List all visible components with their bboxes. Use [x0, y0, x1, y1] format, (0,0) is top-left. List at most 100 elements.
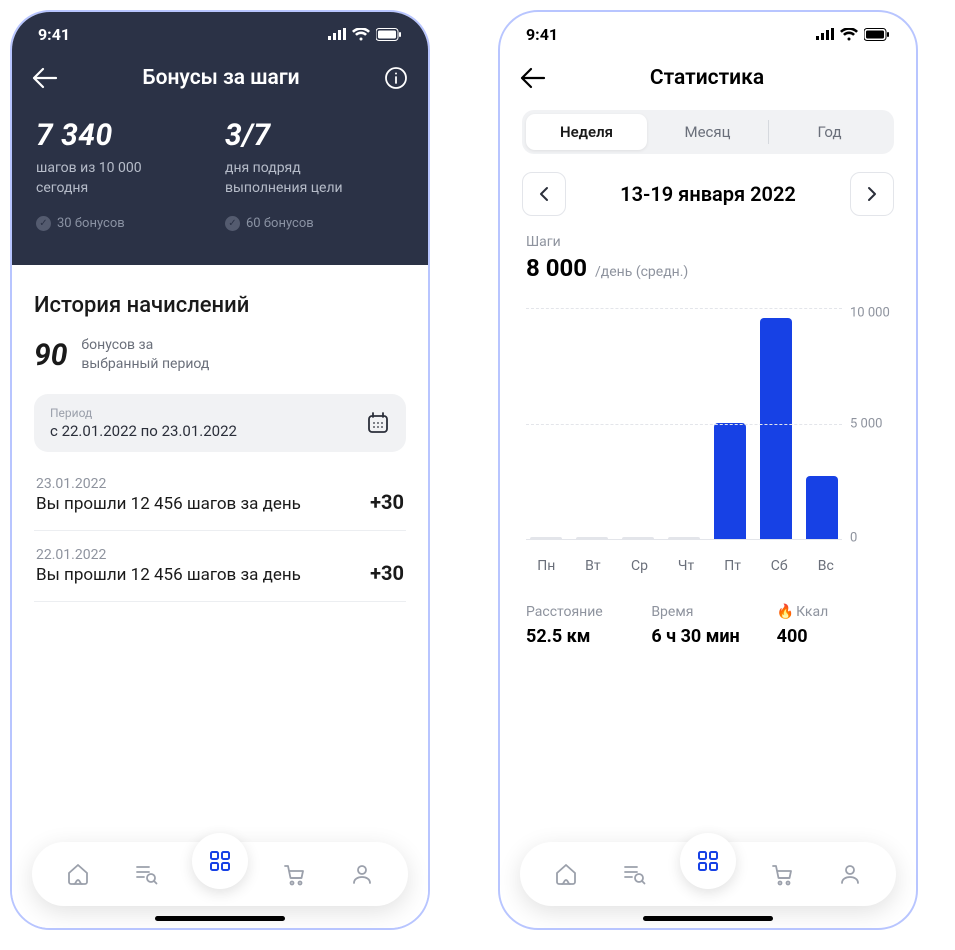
chart-bar[interactable]	[668, 537, 700, 539]
nav-home[interactable]	[544, 852, 588, 896]
cart-icon	[282, 862, 306, 886]
person-icon	[350, 862, 374, 886]
home-icon	[66, 862, 90, 886]
nav-search[interactable]	[124, 852, 168, 896]
person-icon	[838, 862, 862, 886]
history-amount: +30	[370, 490, 404, 514]
back-button[interactable]	[520, 67, 546, 89]
prev-period-button[interactable]	[522, 172, 566, 216]
check-icon: ✓	[225, 216, 240, 231]
steps-metric: Шаги 8 000 /день (средн.)	[500, 234, 916, 282]
date-range: 13-19 января 2022	[580, 182, 836, 206]
nav-cart[interactable]	[760, 852, 804, 896]
streak-bonus-badge: ✓ 60 бонусов	[225, 216, 404, 231]
steps-label: Шаги	[526, 234, 890, 250]
nav-apps[interactable]	[192, 833, 248, 889]
arrow-left-icon	[520, 67, 546, 89]
nav-home[interactable]	[56, 852, 100, 896]
search-list-icon	[134, 862, 158, 886]
chart-bar[interactable]	[760, 318, 792, 539]
home-icon	[554, 862, 578, 886]
period-value: с 22.01.2022 по 23.01.2022	[50, 422, 237, 440]
steps-unit: /день (средн.)	[595, 264, 688, 280]
bonus-total-value: 90	[34, 338, 67, 373]
stat-distance: Расстояние 52.5 км	[526, 604, 639, 647]
chart-bar[interactable]	[530, 537, 562, 539]
nav-apps[interactable]	[680, 833, 736, 889]
y-tick: 0	[850, 530, 857, 545]
streak-block: 3/7 дня подрядвыполнения цели ✓ 60 бонус…	[225, 118, 404, 231]
cellular-icon	[328, 28, 346, 40]
arrow-left-icon	[32, 67, 58, 89]
battery-icon	[376, 28, 402, 41]
x-tick: Пн	[530, 558, 563, 574]
chevron-right-icon	[867, 186, 877, 202]
chart-bar[interactable]	[714, 423, 746, 539]
x-tick: Вс	[809, 558, 842, 574]
summary-stats: Расстояние 52.5 км Время 6 ч 30 мин 🔥Кка…	[500, 574, 916, 647]
grid-icon	[697, 850, 719, 872]
stat-time: Время 6 ч 30 мин	[651, 604, 764, 647]
history-desc: Вы прошли 12 456 шагов за день	[36, 494, 301, 514]
info-button[interactable]	[384, 66, 408, 90]
status-time: 9:41	[38, 25, 70, 44]
tab-month[interactable]: Месяц	[647, 114, 768, 150]
steps-chart: 10 000 5 000 0	[500, 282, 916, 548]
nav-search[interactable]	[612, 852, 656, 896]
history-sheet: История начислений 90 бонусов завыбранны…	[12, 265, 428, 928]
y-tick: 10 000	[850, 305, 890, 320]
next-period-button[interactable]	[850, 172, 894, 216]
y-tick: 5 000	[850, 417, 882, 432]
page-title: Бонусы за шаги	[142, 66, 299, 90]
bottom-nav	[32, 842, 408, 906]
calendar-icon	[366, 411, 390, 435]
steps-bonus-badge: ✓ 30 бонусов	[36, 216, 215, 231]
nav-profile[interactable]	[828, 852, 872, 896]
chart-bar[interactable]	[806, 476, 838, 539]
x-tick: Сб	[763, 558, 796, 574]
steps-today-value: 7 340	[36, 118, 215, 153]
history-amount: +30	[370, 561, 404, 585]
status-indicators	[328, 28, 402, 41]
streak-subtitle: дня подрядвыполнения цели	[225, 159, 404, 198]
cart-icon	[770, 862, 794, 886]
steps-value: 8 000	[526, 254, 587, 282]
steps-today-block: 7 340 шагов из 10 000сегодня ✓ 30 бонусо…	[36, 118, 215, 231]
status-bar: 9:41	[500, 12, 916, 56]
chart-bar[interactable]	[576, 537, 608, 539]
period-selector[interactable]: Период с 22.01.2022 по 23.01.2022	[34, 394, 406, 452]
wifi-icon	[840, 28, 858, 41]
check-icon: ✓	[36, 216, 51, 231]
x-axis: ПнВтСрЧтПтСбВс	[500, 548, 916, 574]
wifi-icon	[352, 28, 370, 41]
home-indicator	[643, 916, 773, 921]
hero-stats: 7 340 шагов из 10 000сегодня ✓ 30 бонусо…	[12, 104, 428, 265]
nav-profile[interactable]	[340, 852, 384, 896]
home-indicator	[155, 916, 285, 921]
history-item[interactable]: 23.01.2022 Вы прошли 12 456 шагов за ден…	[34, 460, 406, 531]
status-time: 9:41	[526, 25, 558, 44]
nav-cart[interactable]	[272, 852, 316, 896]
grid-icon	[209, 850, 231, 872]
back-button[interactable]	[32, 67, 58, 89]
x-tick: Ср	[623, 558, 656, 574]
bottom-nav	[520, 842, 896, 906]
phone-bonuses-screen: 9:41 Бонусы за шаги 7 340 шагов из 10 00…	[10, 10, 430, 930]
history-desc: Вы прошли 12 456 шагов за день	[36, 565, 301, 585]
bonus-total-label: бонусов завыбранный период	[81, 336, 209, 374]
page-title: Статистика	[546, 66, 868, 90]
tab-week[interactable]: Неделя	[526, 114, 647, 150]
tab-year[interactable]: Год	[769, 114, 890, 150]
history-item[interactable]: 22.01.2022 Вы прошли 12 456 шагов за ден…	[34, 531, 406, 602]
status-indicators	[816, 28, 890, 41]
stat-kcal: 🔥Ккал 400	[777, 604, 890, 647]
chevron-left-icon	[539, 186, 549, 202]
period-segmented: Неделя Месяц Год	[522, 110, 894, 154]
history-date: 22.01.2022	[36, 547, 301, 563]
chart-bar[interactable]	[622, 537, 654, 539]
status-bar: 9:41	[12, 12, 428, 56]
streak-value: 3/7	[225, 118, 404, 153]
history-date: 23.01.2022	[36, 476, 301, 492]
flame-icon: 🔥	[777, 604, 794, 620]
x-tick: Чт	[670, 558, 703, 574]
